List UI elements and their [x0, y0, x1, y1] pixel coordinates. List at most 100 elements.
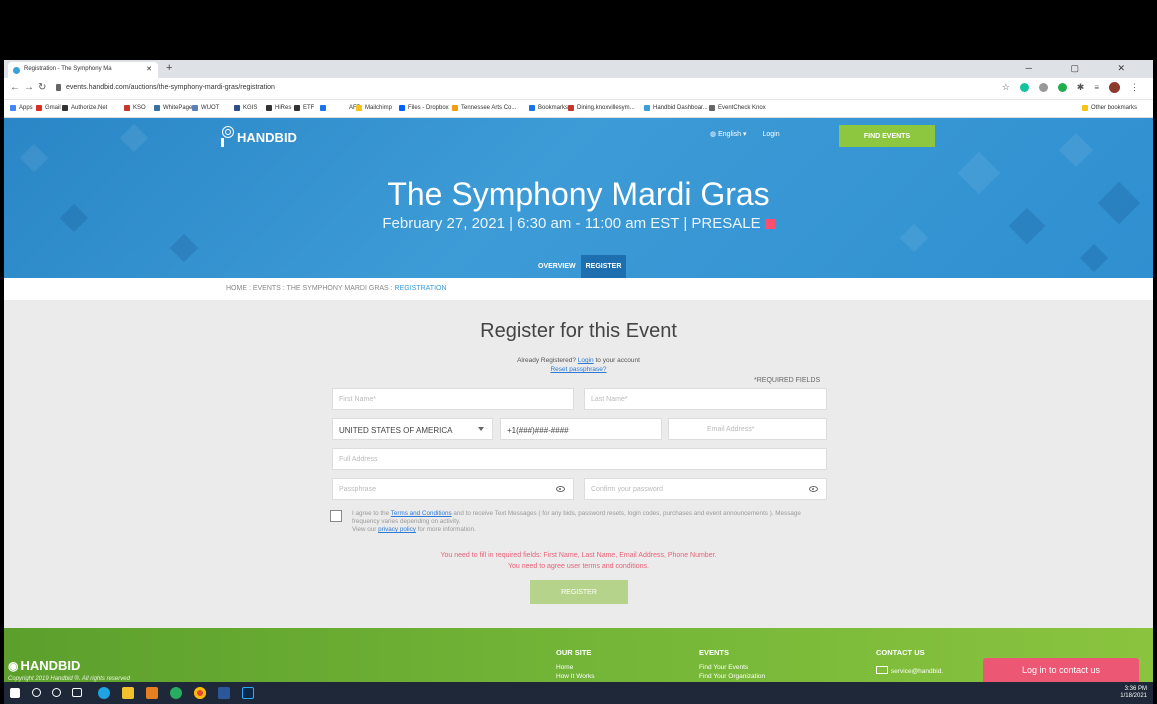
privacy-policy-link[interactable]: privacy policy — [378, 526, 416, 533]
bookmark-item[interactable]: Tennessee Arts Co... — [452, 105, 516, 111]
bookmarks-bar: Apps Gmail Authorize.Net KSO WhitePages WUOT K… — [4, 100, 1153, 118]
profile-avatar-icon[interactable] — [1109, 82, 1120, 93]
menu-icon[interactable]: ⋮ — [1130, 82, 1139, 93]
bookmark-item[interactable] — [320, 105, 329, 111]
footer-link-home[interactable]: Home — [556, 664, 573, 671]
app-icon[interactable] — [146, 687, 158, 699]
show-password-eye-icon[interactable] — [556, 486, 565, 492]
bookmark-item[interactable]: Bookmarks — [529, 105, 568, 111]
forward-icon[interactable]: → — [24, 82, 34, 93]
bookmark-item[interactable]: HiRes — [266, 105, 291, 111]
close-tab-icon[interactable]: ✕ — [146, 65, 152, 73]
folder-icon — [1082, 105, 1088, 111]
language-selector[interactable]: ◍ English ▾ — [710, 130, 747, 138]
email-field[interactable]: Email Address* — [668, 418, 827, 440]
handbid-logo[interactable]: HANDBID — [219, 126, 297, 148]
language-label: English — [718, 131, 742, 138]
passphrase-field[interactable]: Passphrase — [332, 478, 574, 500]
new-tab-button[interactable]: + — [166, 62, 172, 74]
photoshop-icon[interactable] — [242, 687, 254, 699]
bookmark-favicon-icon — [192, 105, 198, 111]
bookmark-favicon-icon — [154, 105, 160, 111]
other-bookmarks[interactable]: Other bookmarks — [1082, 105, 1137, 111]
tab-register[interactable]: REGISTER — [580, 255, 627, 278]
bookmark-favicon-icon — [356, 105, 362, 111]
find-events-button[interactable]: FIND EVENTS — [839, 125, 935, 147]
puzzle-icon[interactable]: ✱ — [1077, 82, 1085, 93]
terms-checkbox[interactable] — [330, 510, 342, 522]
grammarly-icon[interactable] — [1019, 83, 1029, 92]
bookmark-item[interactable]: ETF — [294, 105, 314, 111]
phone-field[interactable]: +1(###)###-#### — [500, 418, 662, 440]
chrome-icon[interactable] — [194, 687, 206, 699]
bookmark-item[interactable]: Files - Dropbox — [399, 105, 449, 111]
window-controls[interactable]: ─ ▢ ✕ — [1026, 63, 1143, 74]
contact-us-button[interactable]: Log in to contact us — [983, 658, 1139, 682]
address-field[interactable]: Full Address — [332, 448, 827, 470]
footer-link-how-it-works[interactable]: How It Works — [556, 673, 595, 680]
login-link[interactable]: Login — [763, 131, 780, 138]
reset-passphrase-link[interactable]: Reset passphrase? — [4, 366, 1153, 373]
contact-email[interactable]: service@handbid. — [876, 666, 943, 675]
tab-overview[interactable]: OVERVIEW — [533, 255, 581, 278]
word-icon[interactable] — [218, 687, 230, 699]
extension-icon[interactable] — [1038, 83, 1048, 92]
bookmark-item[interactable]: Apps — [10, 105, 33, 111]
events-heading: EVENTS — [699, 648, 730, 657]
reading-list-icon[interactable]: ≡ — [1094, 83, 1099, 92]
search-icon[interactable] — [32, 688, 41, 697]
header-actions: ◍ English ▾ Login — [710, 130, 780, 139]
footer-logo-text: HANDBID — [20, 658, 81, 673]
show-confirm-eye-icon[interactable] — [809, 486, 818, 492]
bookmark-favicon-icon — [340, 105, 346, 111]
error-required-fields: You need to fill in required fields: Fir… — [440, 552, 717, 559]
windows-start-icon[interactable] — [10, 688, 20, 698]
bookmark-item[interactable]: Gmail — [36, 105, 61, 111]
clock-time: 3:36 PM — [1124, 686, 1147, 692]
first-name-field[interactable]: First Name* — [332, 388, 574, 410]
bookmark-item[interactable]: Dining.knoxvillesym... — [568, 105, 635, 111]
hangouts-icon[interactable] — [170, 687, 182, 699]
file-explorer-icon[interactable] — [122, 687, 134, 699]
confirm-placeholder: Confirm your password — [591, 486, 663, 493]
bookmark-item[interactable]: Handbid Dashboar... — [644, 105, 708, 111]
bookmark-item[interactable]: KGIS — [234, 105, 257, 111]
confirm-password-field[interactable]: Confirm your password — [584, 478, 827, 500]
browser-tab[interactable]: Registration - The Symphony Ma ✕ — [8, 62, 158, 78]
cortana-icon[interactable] — [52, 688, 61, 697]
footer-link-find-events[interactable]: Find Your Events — [699, 664, 748, 671]
already-suffix: to your account — [593, 357, 640, 364]
footer-logo[interactable]: ◉ HANDBID — [8, 658, 80, 673]
windows-taskbar: 3:36 PM 1/18/2021 — [4, 682, 1153, 704]
bookmark-item[interactable]: EventCheck Knox — [709, 105, 766, 111]
breadcrumb-path[interactable]: HOME : EVENTS : THE SYMPHONY MARDI GRAS … — [226, 285, 395, 292]
edge-icon[interactable] — [98, 687, 110, 699]
bookmark-item[interactable]: Authorize.Net — [62, 105, 107, 111]
star-icon[interactable]: ☆ — [1002, 82, 1010, 93]
last-name-field[interactable]: Last Name* — [584, 388, 827, 410]
register-button[interactable]: REGISTER — [530, 580, 628, 604]
reload-icon[interactable]: ↻ — [38, 82, 46, 93]
taskbar-clock[interactable]: 3:36 PM 1/18/2021 — [1120, 686, 1147, 700]
bookmark-label: Tennessee Arts Co... — [461, 105, 517, 111]
bookmark-item[interactable]: WUOT — [192, 105, 219, 111]
terms-link[interactable]: Terms and Conditions — [391, 510, 452, 517]
bookmark-favicon-icon — [320, 105, 326, 111]
task-view-icon[interactable] — [72, 688, 82, 697]
terms-prefix: I agree to the — [352, 510, 391, 517]
back-icon[interactable]: ← — [10, 82, 20, 93]
contact-heading: CONTACT US — [876, 648, 925, 657]
event-subnav: OVERVIEW REGISTER — [533, 255, 627, 278]
bookmark-favicon-icon — [294, 105, 300, 111]
login-link-inline[interactable]: Login — [578, 357, 594, 364]
mail-icon — [876, 666, 888, 674]
green-extension-icon[interactable] — [1057, 83, 1067, 92]
footer-link-find-organization[interactable]: Find Your Organization — [699, 673, 765, 680]
bookmark-item[interactable]: WhitePages — [154, 105, 195, 111]
bookmark-item[interactable]: KSO — [124, 105, 146, 111]
logo-text: HANDBID — [237, 129, 297, 145]
country-select[interactable]: UNITED STATES OF AMERICA — [332, 418, 493, 440]
passphrase-placeholder: Passphrase — [339, 486, 376, 493]
url-field[interactable]: events.handbid.com/auctions/the-symphony… — [66, 84, 275, 91]
bookmark-item[interactable]: Mailchimp — [356, 105, 392, 111]
